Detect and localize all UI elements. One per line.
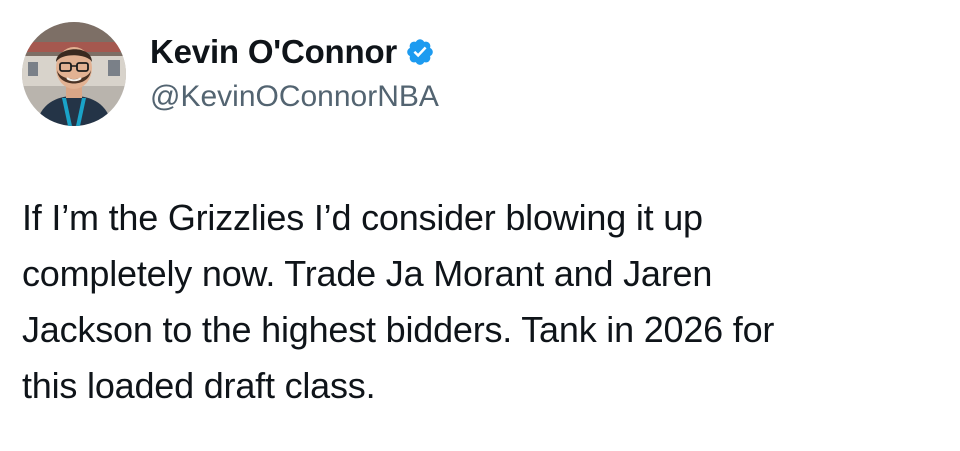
tweet-text: If I’m the Grizzlies I’d consider blowin… [22, 197, 775, 406]
author-handle[interactable]: @KevinOConnorNBA [150, 78, 439, 116]
display-name[interactable]: Kevin O'Connor [150, 32, 397, 72]
name-row[interactable]: Kevin O'Connor [150, 32, 439, 72]
verified-badge-icon [405, 37, 435, 67]
avatar-photo [22, 22, 126, 126]
tweet-card: Kevin O'Connor @KevinOConnorNBA If I’m t… [0, 0, 960, 451]
author-identity: Kevin O'Connor @KevinOConnorNBA [150, 32, 439, 116]
avatar[interactable] [22, 22, 126, 126]
tweet-header: Kevin O'Connor @KevinOConnorNBA [22, 22, 439, 126]
